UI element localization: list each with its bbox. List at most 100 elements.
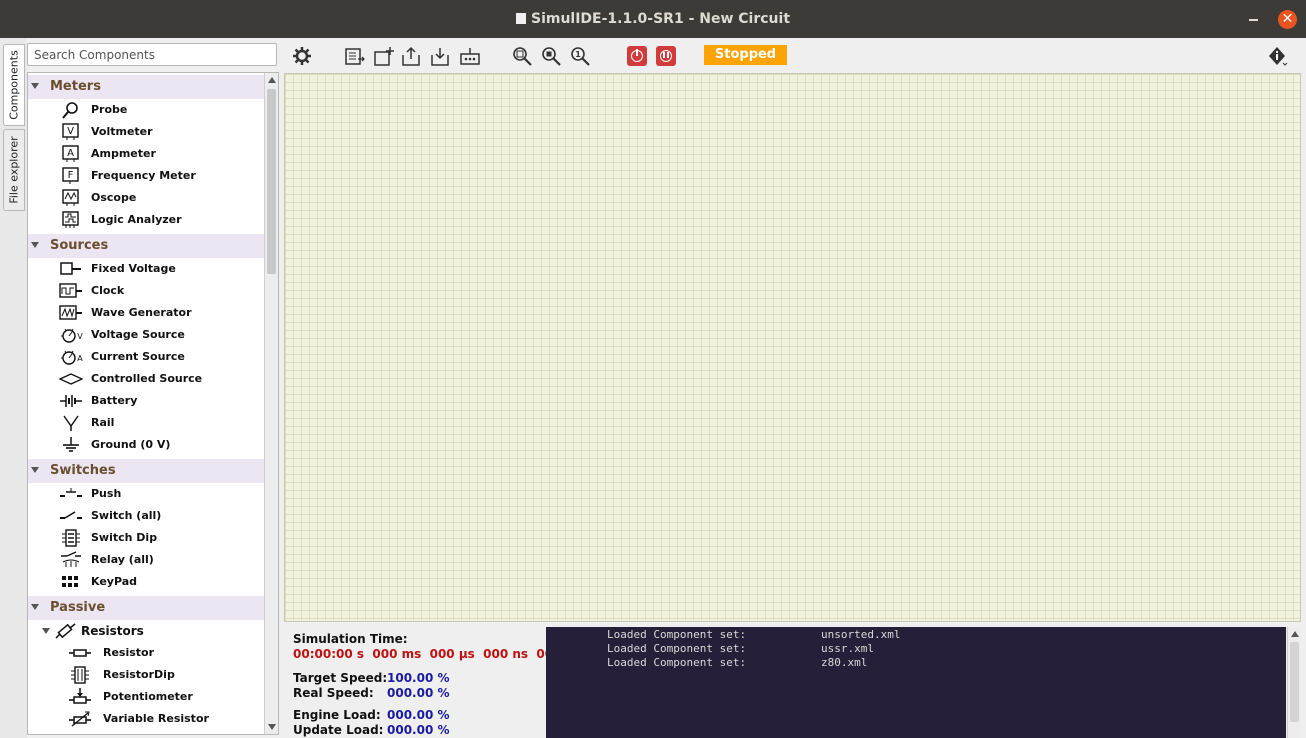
new-circuit-icon[interactable] xyxy=(344,45,366,67)
component-ampmeter[interactable]: A Ampmeter xyxy=(28,143,264,165)
component-battery[interactable]: Battery xyxy=(28,390,264,412)
svg-text:V: V xyxy=(67,126,74,137)
export-icon[interactable] xyxy=(459,45,481,67)
clock-icon xyxy=(59,283,82,298)
component-current-source[interactable]: A Current Source xyxy=(28,346,264,368)
wave-generator-icon xyxy=(59,305,82,320)
window-icon xyxy=(515,13,526,24)
rail-icon xyxy=(63,415,79,431)
collapse-arrow-icon[interactable] xyxy=(31,604,39,610)
collapse-arrow-icon[interactable] xyxy=(31,242,39,248)
potentiometer-icon xyxy=(69,688,91,704)
component-label: Switch (all) xyxy=(91,509,162,522)
component-label: Switch Dip xyxy=(91,531,158,544)
collapse-arrow-icon[interactable] xyxy=(31,467,39,473)
component-label: Oscope xyxy=(91,191,137,204)
power-button[interactable] xyxy=(627,46,647,66)
component-label: Fixed Voltage xyxy=(91,262,176,275)
resistordip-icon xyxy=(71,666,89,684)
component-resistordip[interactable]: ResistorDip xyxy=(28,664,264,686)
component-rail[interactable]: Rail xyxy=(28,412,264,434)
pause-icon xyxy=(663,52,665,58)
main-toolbar: 1 Stopped xyxy=(282,40,1306,72)
category-passive[interactable]: Passive xyxy=(28,596,264,620)
target-speed-value: 100.00 % xyxy=(387,671,450,685)
component-frequency-meter[interactable]: F Frequency Meter xyxy=(28,165,264,187)
component-switch-all[interactable]: Switch (all) xyxy=(28,505,264,527)
console-scrollbar[interactable] xyxy=(1287,627,1301,738)
component-controlled-source[interactable]: Controlled Source xyxy=(28,368,264,390)
component-voltmeter[interactable]: V Voltmeter xyxy=(28,121,264,143)
output-console[interactable]: Loaded Component set: unsorted.xml Loaded… xyxy=(546,627,1286,738)
battery-icon xyxy=(60,395,82,407)
scroll-thumb[interactable] xyxy=(267,89,276,274)
save-icon[interactable] xyxy=(401,45,423,67)
component-keypad[interactable]: KeyPad xyxy=(28,571,264,593)
subcategory-resistors[interactable]: Resistors xyxy=(28,620,264,642)
simulation-status-badge: Stopped xyxy=(704,45,787,65)
component-fixed-voltage[interactable]: Fixed Voltage xyxy=(28,258,264,280)
component-ground[interactable]: Ground (0 V) xyxy=(28,434,264,456)
scroll-down-icon[interactable] xyxy=(268,724,276,730)
pause-button[interactable] xyxy=(656,46,676,66)
save-as-icon[interactable] xyxy=(430,45,452,67)
minimize-button[interactable] xyxy=(1249,19,1258,21)
collapse-arrow-icon[interactable] xyxy=(42,628,50,634)
scroll-up-icon[interactable] xyxy=(1291,631,1299,637)
sim-time-value: 00:00:00 s 000 ms 000 µs 000 ns 000 ps xyxy=(293,647,582,661)
svg-text:A: A xyxy=(67,148,74,159)
voltage-source-icon: V xyxy=(61,328,83,343)
pause-icon-bar xyxy=(667,52,669,58)
side-tab-bar: Components File explorer xyxy=(0,38,27,738)
component-probe[interactable]: Probe xyxy=(28,99,264,121)
category-meters[interactable]: Meters xyxy=(28,75,264,99)
subcategory-label: Resistors xyxy=(81,624,144,638)
component-label: Probe xyxy=(91,103,128,116)
component-oscope[interactable]: Oscope xyxy=(28,187,264,209)
component-logic-analyzer[interactable]: Logic Analyzer xyxy=(28,209,264,231)
component-tree-scrollbar[interactable] xyxy=(264,73,278,734)
keypad-icon xyxy=(62,576,78,587)
component-relay-all[interactable]: Relay (all) xyxy=(28,549,264,571)
component-label: Ampmeter xyxy=(91,147,156,160)
switch-icon xyxy=(60,511,82,519)
zoom-one-icon[interactable]: 1 xyxy=(569,45,591,67)
component-voltage-source[interactable]: V Voltage Source xyxy=(28,324,264,346)
collapse-arrow-icon[interactable] xyxy=(31,83,39,89)
controlled-source-icon xyxy=(59,373,83,385)
window-title: SimulIDE-1.1.0-SR1 - New Circuit xyxy=(0,11,1306,27)
settings-icon[interactable] xyxy=(291,45,313,67)
open-icon[interactable] xyxy=(373,45,395,67)
component-clock[interactable]: Clock xyxy=(28,280,264,302)
search-components-input[interactable] xyxy=(27,43,277,66)
probe-icon xyxy=(62,102,78,119)
component-label: Clock xyxy=(91,284,125,297)
fixed-voltage-icon xyxy=(60,262,81,275)
tab-components[interactable]: Components xyxy=(3,44,25,126)
component-potentiometer[interactable]: Potentiometer xyxy=(28,686,264,708)
info-icon[interactable] xyxy=(1266,45,1288,67)
component-label: Ground (0 V) xyxy=(91,438,171,451)
component-label: Wave Generator xyxy=(91,306,192,319)
component-switch-dip[interactable]: Switch Dip xyxy=(28,527,264,549)
circuit-canvas[interactable] xyxy=(284,73,1301,622)
component-wave-generator[interactable]: Wave Generator xyxy=(28,302,264,324)
svg-text:F: F xyxy=(68,170,74,181)
close-button[interactable]: ✕ xyxy=(1278,10,1297,29)
category-label: Passive xyxy=(50,600,106,615)
zoom-fit-icon[interactable] xyxy=(511,45,533,67)
component-variable-resistor[interactable]: Variable Resistor xyxy=(28,708,264,730)
ground-icon xyxy=(63,437,79,452)
relay-icon xyxy=(61,551,81,567)
scroll-up-icon[interactable] xyxy=(268,77,276,83)
simulation-info-panel: Simulation Time: 00:00:00 s 000 ms 000 µ… xyxy=(284,624,581,738)
component-resistor[interactable]: Resistor xyxy=(28,642,264,664)
sim-time-label: Simulation Time: xyxy=(293,632,408,646)
component-push[interactable]: Push xyxy=(28,483,264,505)
resistors-icon xyxy=(55,623,76,639)
zoom-selection-icon[interactable] xyxy=(540,45,562,67)
scroll-thumb[interactable] xyxy=(1290,642,1299,722)
category-sources[interactable]: Sources xyxy=(28,234,264,258)
category-switches[interactable]: Switches xyxy=(28,459,264,483)
tab-file-explorer[interactable]: File explorer xyxy=(3,129,25,211)
